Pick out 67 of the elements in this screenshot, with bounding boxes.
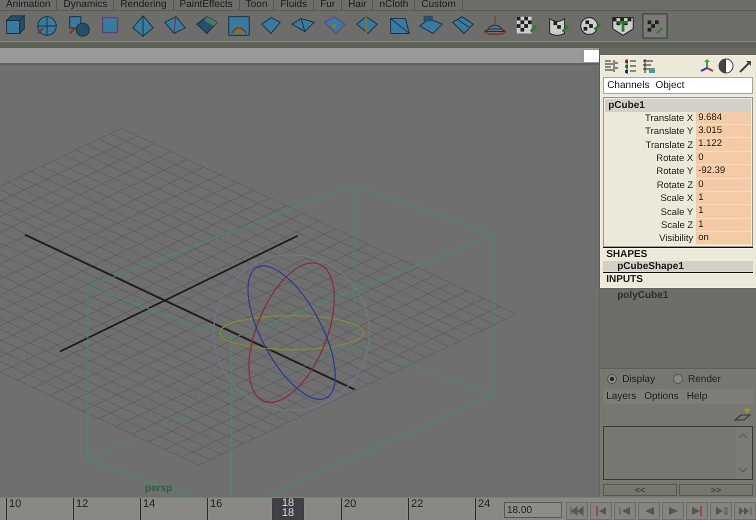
step-forward-key-icon[interactable] xyxy=(714,506,728,516)
attribute-value-field[interactable]: -92.39 xyxy=(696,165,751,179)
step-forward-key-button[interactable] xyxy=(710,502,732,520)
axes-icon[interactable] xyxy=(699,58,715,74)
frame-number: 16 xyxy=(209,498,222,510)
attribute-value-field[interactable]: 9.684 xyxy=(696,112,751,125)
attribute-value-field[interactable]: 1 xyxy=(696,192,751,206)
step-back-key-button[interactable] xyxy=(590,502,612,520)
camera-label: persp xyxy=(145,482,172,494)
half-circle-icon[interactable] xyxy=(718,58,734,74)
current-time-field[interactable]: 18.00 xyxy=(504,502,562,518)
step-forward-button[interactable] xyxy=(686,502,708,520)
current-frame-marker[interactable]: 18 18 xyxy=(272,498,304,520)
attribute-label[interactable]: Visibility xyxy=(605,233,696,244)
step-back-key-icon[interactable] xyxy=(594,506,608,516)
attribute-value-field[interactable]: on xyxy=(696,232,751,246)
step-back-icon[interactable] xyxy=(618,506,632,516)
radio-option[interactable]: Display xyxy=(607,374,655,385)
list-icon[interactable] xyxy=(641,58,658,74)
current-frame: 18 xyxy=(282,508,294,518)
frame-number: 22 xyxy=(410,498,424,510)
attribute-value-field[interactable]: 1.122 xyxy=(696,138,751,152)
section-header: INPUTS xyxy=(603,272,753,286)
menu-item[interactable]: Channels xyxy=(607,80,650,91)
radio-button[interactable] xyxy=(607,374,618,384)
attribute-label[interactable]: Scale X xyxy=(605,193,696,204)
go-to-end-icon[interactable] xyxy=(738,506,752,516)
frame-number: 12 xyxy=(75,498,88,510)
play-button[interactable] xyxy=(662,502,684,520)
attribute-label[interactable]: Scale Y xyxy=(605,206,696,218)
shape-node[interactable]: pCubeShape1 xyxy=(603,261,753,272)
radio-button[interactable] xyxy=(673,374,683,384)
list-icon[interactable] xyxy=(622,58,638,74)
menu-item[interactable]: Object xyxy=(655,80,684,91)
menu-item[interactable]: Options xyxy=(644,391,679,402)
attribute-value-field[interactable]: 3.015 xyxy=(696,124,751,138)
menu-item[interactable]: Help xyxy=(686,391,708,402)
attribute-label[interactable]: Translate Y xyxy=(605,126,696,138)
go-to-start-button[interactable] xyxy=(566,502,588,520)
attribute-label[interactable]: Rotate X xyxy=(605,152,696,164)
attribute-value-field[interactable]: 1 xyxy=(696,218,751,232)
step-back-button[interactable] xyxy=(614,502,636,520)
frame-number: 20 xyxy=(343,498,356,510)
attribute-label[interactable]: Rotate Z xyxy=(605,180,696,191)
attribute-value-field[interactable]: 0 xyxy=(696,178,751,192)
scrollbar[interactable] xyxy=(736,427,752,480)
menu-item[interactable]: Layers xyxy=(606,391,636,402)
attribute-label[interactable]: Scale Z xyxy=(605,220,696,231)
go-to-end-button[interactable] xyxy=(734,502,756,520)
attribute-value-field[interactable]: 1 xyxy=(696,205,751,219)
step-forward-icon[interactable] xyxy=(690,506,704,516)
radio-option[interactable]: Render xyxy=(673,374,721,385)
attribute-label[interactable]: Rotate Y xyxy=(605,166,696,178)
frame-number: 24 xyxy=(477,498,490,510)
viewport-corner-box xyxy=(584,50,600,62)
attribute-label[interactable]: Translate Z xyxy=(605,140,696,151)
go-to-start-icon[interactable] xyxy=(570,506,584,516)
attribute-label[interactable]: Translate X xyxy=(605,112,696,124)
play-icon[interactable] xyxy=(666,506,680,516)
list-icon[interactable] xyxy=(603,58,620,74)
object-name[interactable]: pCube1 xyxy=(605,98,751,112)
attribute-value-field[interactable]: 0 xyxy=(696,152,751,166)
frame-number: 14 xyxy=(142,498,156,510)
checker-icon[interactable] xyxy=(642,13,668,40)
frame-number: 10 xyxy=(8,498,22,510)
play-backward-button[interactable] xyxy=(638,502,660,520)
frame-number: 18 xyxy=(282,498,294,508)
